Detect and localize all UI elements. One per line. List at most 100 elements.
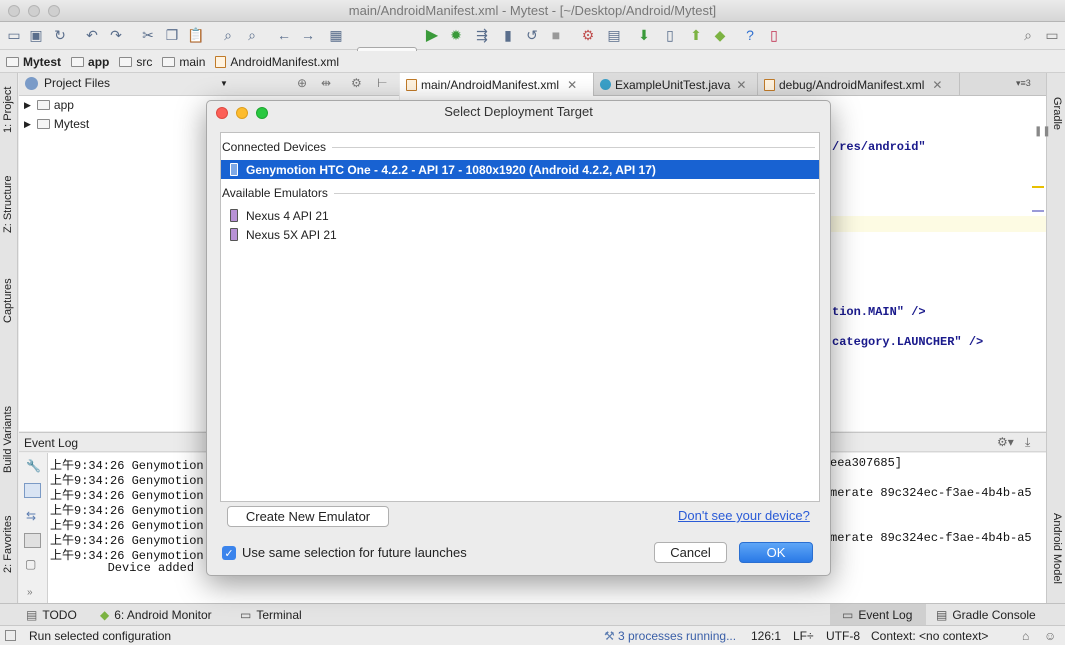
tool-window-gradle[interactable]: Gradle xyxy=(1051,97,1063,130)
background-processes[interactable]: 3 processes running... xyxy=(618,629,736,643)
tab-overflow[interactable]: ▾≡3 xyxy=(1016,78,1031,89)
create-new-emulator-button[interactable]: Create New Emulator xyxy=(227,506,389,527)
lock-icon[interactable]: ⌂ xyxy=(1022,629,1029,643)
same-selection-label[interactable]: Use same selection for future launches xyxy=(242,545,467,560)
project-view-dropdown[interactable]: Project Files ▼ xyxy=(25,76,228,90)
more-icon[interactable]: » xyxy=(27,587,33,598)
search-everywhere-icon[interactable]: ⌕ xyxy=(1018,25,1038,45)
tool-window-build-variants[interactable]: Build Variants xyxy=(2,406,14,473)
breadcrumb-item[interactable]: main xyxy=(162,55,205,69)
same-selection-checkbox[interactable]: ✓ xyxy=(222,546,236,560)
tab-debug-manifest[interactable]: debug/AndroidManifest.xml ✕ xyxy=(758,73,960,96)
expand-arrow-icon[interactable]: ▶ xyxy=(24,119,31,130)
help-icon[interactable]: ? xyxy=(740,25,760,45)
tree-item-mytest[interactable]: ▶ Mytest xyxy=(24,117,89,131)
tab-main-manifest[interactable]: main/AndroidManifest.xml ✕ xyxy=(400,73,594,96)
balloon-icon[interactable] xyxy=(24,483,41,498)
breadcrumb-item[interactable]: AndroidManifest.xml xyxy=(215,55,339,69)
phone-icon xyxy=(230,228,238,241)
sdk-manager-icon[interactable]: ⬇ xyxy=(634,25,654,45)
emulator-row[interactable]: Nexus 5X API 21 xyxy=(221,225,819,244)
run-icon[interactable]: ▶ xyxy=(422,25,442,45)
log-line-fragment: merate 89c324ec-f3ae-4b4b-a5 xyxy=(830,531,1032,545)
cut-icon[interactable]: ✂ xyxy=(138,25,158,45)
scroll-from-source-icon[interactable]: ⇹ xyxy=(321,76,331,90)
cancel-button[interactable]: Cancel xyxy=(654,542,727,563)
folder-icon xyxy=(119,56,133,67)
expand-arrow-icon[interactable]: ▶ xyxy=(24,100,31,111)
tree-item-app[interactable]: ▶ app xyxy=(24,98,74,112)
file-encoding[interactable]: UTF-8 xyxy=(826,629,860,643)
hide-icon[interactable]: ⊢ xyxy=(377,76,387,90)
tool-window-structure[interactable]: Z: Structure xyxy=(2,176,14,233)
tab-terminal[interactable]: ▭ Terminal xyxy=(240,604,302,626)
breadcrumb-item[interactable]: Mytest xyxy=(6,55,61,69)
device-row[interactable]: Genymotion HTC One - 4.2.2 - API 17 - 10… xyxy=(221,160,819,179)
project-structure-icon[interactable]: ⚙ xyxy=(578,25,598,45)
tool-window-project[interactable]: 1: Project xyxy=(2,87,14,133)
settings-icon[interactable]: 🔧 xyxy=(26,459,41,473)
attach-debugger-icon[interactable]: ⇶ xyxy=(472,25,492,45)
undo-icon[interactable]: ↶ xyxy=(82,25,102,45)
inspector-icon[interactable]: ☺ xyxy=(1044,629,1056,643)
clear-all-icon[interactable]: ▢ xyxy=(25,557,36,571)
save-icon[interactable]: ▣ xyxy=(26,25,46,45)
forward-icon[interactable]: → xyxy=(298,25,318,45)
gear-icon[interactable]: ⚙▾ xyxy=(997,435,1014,449)
close-icon[interactable]: ✕ xyxy=(567,78,577,92)
settings-icon[interactable]: ▤ xyxy=(604,25,624,45)
dialog-title: Select Deployment Target xyxy=(444,104,593,119)
context-indicator[interactable]: Context: <no context> xyxy=(871,629,988,643)
tab-example-unit-test[interactable]: ExampleUnitTest.java ✕ xyxy=(594,73,758,96)
gear-icon[interactable]: ⚙ xyxy=(351,76,362,90)
replace-icon[interactable]: ⌕ xyxy=(242,25,262,45)
sync-icon[interactable]: ↻ xyxy=(50,25,70,45)
code-line: category.LAUNCHER" /> xyxy=(832,335,984,349)
find-icon[interactable]: ⌕ xyxy=(218,25,238,45)
tab-android-monitor[interactable]: ◆ 6: Android Monitor xyxy=(100,604,212,626)
android-profiler-icon[interactable]: ▯ xyxy=(764,25,784,45)
hide-panel-icon[interactable]: ⤓ xyxy=(1025,435,1030,450)
make-project-icon[interactable]: ▦ xyxy=(326,25,346,45)
layout-icon[interactable]: ▭ xyxy=(1042,25,1062,45)
copy-icon[interactable]: ❐ xyxy=(162,25,182,45)
dont-see-device-link[interactable]: Don't see your device? xyxy=(678,508,810,523)
java-class-icon xyxy=(600,79,611,90)
close-icon[interactable]: ✕ xyxy=(736,78,746,92)
device-list[interactable]: Connected Devices Genymotion HTC One - 4… xyxy=(220,132,820,502)
open-folder-icon[interactable]: ▭ xyxy=(4,25,24,45)
close-icon[interactable]: ✕ xyxy=(932,78,942,92)
scroll-to-end-icon[interactable] xyxy=(24,533,41,548)
tool-window-android-model[interactable]: Android Model xyxy=(1051,513,1063,584)
redo-icon[interactable]: ↷ xyxy=(106,25,126,45)
caret-position[interactable]: 126:1 xyxy=(751,629,781,643)
debug-icon[interactable]: ✹ xyxy=(446,25,466,45)
back-icon[interactable]: ← xyxy=(274,25,294,45)
android-device-monitor-icon[interactable]: ◆ xyxy=(710,25,730,45)
device-label: Genymotion HTC One - 4.2.2 - API 17 - 10… xyxy=(246,162,656,177)
warning-marker[interactable] xyxy=(1032,186,1044,188)
line-separator[interactable]: LF÷ xyxy=(793,629,814,643)
apply-changes-icon[interactable]: ▮ xyxy=(498,25,518,45)
tab-event-log[interactable]: ▭ Event Log xyxy=(830,604,926,626)
collapse-all-icon[interactable]: ⊕ xyxy=(297,76,307,90)
log-line: Device added xyxy=(50,561,195,575)
tab-todo[interactable]: ▤ TODO xyxy=(26,604,77,626)
tab-gradle-console[interactable]: ▤ Gradle Console xyxy=(936,604,1036,626)
breadcrumb-item[interactable]: src xyxy=(119,55,152,69)
stop-icon[interactable]: ■ xyxy=(546,25,566,45)
paste-icon[interactable]: 📋 xyxy=(186,25,206,45)
emulator-row[interactable]: Nexus 4 API 21 xyxy=(221,206,819,225)
breadcrumb-item[interactable]: app xyxy=(71,55,109,69)
emulator-label: Nexus 5X API 21 xyxy=(246,227,337,242)
tool-window-favorites[interactable]: 2: Favorites xyxy=(2,516,14,573)
tool-window-captures[interactable]: Captures xyxy=(2,278,14,323)
gradle-sync-icon[interactable]: ⬆ xyxy=(686,25,706,45)
info-marker[interactable] xyxy=(1032,210,1044,212)
tab-label: debug/AndroidManifest.xml xyxy=(779,77,925,92)
tool-windows-icon[interactable] xyxy=(5,630,16,641)
ok-button[interactable]: OK xyxy=(739,542,813,563)
avd-manager-icon[interactable]: ▯ xyxy=(660,25,680,45)
soft-wrap-icon[interactable]: ⇆ xyxy=(26,509,36,523)
rerun-icon[interactable]: ↺ xyxy=(522,25,542,45)
